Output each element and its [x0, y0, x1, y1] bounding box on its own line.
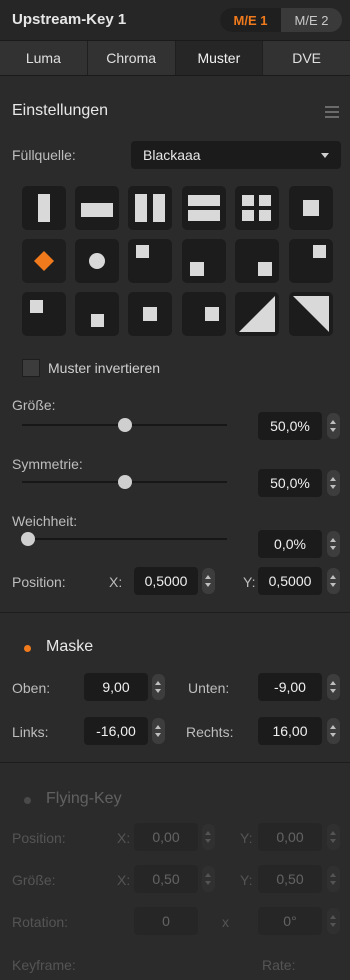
- fk-rotation-label: Rotation:: [12, 914, 69, 930]
- pattern-diamond-iris-button[interactable]: [22, 239, 66, 283]
- pattern-center-box-icon: [143, 307, 157, 321]
- mask-title: Maske: [46, 638, 94, 655]
- position-x-field[interactable]: 0,5000: [134, 567, 198, 595]
- mask-right-field[interactable]: 16,00: [258, 717, 322, 745]
- position-x-label: X:: [109, 574, 123, 590]
- pattern-horizontal-bar-button[interactable]: [75, 186, 119, 230]
- pattern-top-left-box-button[interactable]: [128, 239, 172, 283]
- fk-pos-x-stepper[interactable]: [202, 824, 215, 850]
- mask-top-field[interactable]: 9,00: [84, 673, 148, 701]
- pattern-bottom-left-box-button[interactable]: [182, 239, 226, 283]
- pattern-bottom-left-box-icon: [190, 262, 204, 276]
- pattern-grid: [0, 0, 350, 340]
- softness-label: Weichheit:: [12, 513, 78, 529]
- pattern-bottom-center-box-button[interactable]: [75, 292, 119, 336]
- mask-bottom-stepper[interactable]: [327, 674, 340, 700]
- softness-slider-knob[interactable]: [21, 532, 35, 546]
- pattern-top-right-box-icon: [313, 245, 326, 258]
- fk-size-x-label: X:: [117, 872, 131, 888]
- pattern-top-left-box-icon: [136, 245, 149, 258]
- fk-size-label: Größe:: [12, 872, 56, 888]
- symmetry-label: Symmetrie:: [12, 456, 83, 472]
- symmetry-value-field[interactable]: 50,0%: [258, 469, 322, 497]
- pattern-box-iris-icon: [303, 200, 319, 216]
- pattern-horizontal-barn-door-icon: [188, 195, 220, 221]
- size-stepper[interactable]: [327, 413, 340, 439]
- pattern-vertical-bar-icon: [38, 194, 50, 222]
- fk-size-x-stepper[interactable]: [202, 866, 215, 892]
- fk-size-y-field[interactable]: 0,50: [258, 865, 322, 893]
- position-y-label: Y:: [243, 574, 256, 590]
- mask-enabled-toggle[interactable]: [24, 645, 31, 652]
- fk-size-y-stepper[interactable]: [327, 866, 340, 892]
- flying-key-section: Flying-Key Position: X: 0,00 Y: 0,00 Grö…: [0, 763, 350, 980]
- size-label: Größe:: [12, 397, 56, 413]
- position-x-stepper[interactable]: [202, 568, 215, 594]
- mask-left-label: Links:: [12, 724, 49, 740]
- pattern-corners-in-icon: [242, 195, 271, 221]
- pattern-vertical-barn-door-icon: [135, 194, 165, 222]
- fk-rotation-x-label: x: [222, 914, 229, 930]
- pattern-circle-iris-icon: [89, 253, 105, 269]
- mask-bottom-field[interactable]: -9,00: [258, 673, 322, 701]
- mask-left-field[interactable]: -16,00: [84, 717, 148, 745]
- invert-pattern-checkbox[interactable]: [22, 359, 40, 377]
- pattern-box-iris-button[interactable]: [289, 186, 333, 230]
- fk-pos-y-field[interactable]: 0,00: [258, 823, 322, 851]
- pattern-corners-in-button[interactable]: [235, 186, 279, 230]
- fk-pos-x-label: X:: [117, 830, 131, 846]
- pattern-horizontal-barn-door-button[interactable]: [182, 186, 226, 230]
- pattern-diagonal-top-right-icon: [293, 296, 329, 332]
- fk-keyframe-label: Keyframe:: [12, 957, 76, 973]
- position-y-stepper[interactable]: [327, 568, 340, 594]
- pattern-bottom-right-box-icon: [258, 262, 272, 276]
- mask-left-stepper[interactable]: [152, 718, 165, 744]
- mask-top-stepper[interactable]: [152, 674, 165, 700]
- softness-value-field[interactable]: 0,0%: [258, 530, 322, 558]
- pattern-diagonal-bottom-right-button[interactable]: [235, 292, 279, 336]
- section-divider: [0, 612, 350, 613]
- mask-top-label: Oben:: [12, 680, 51, 696]
- pattern-horizontal-bar-icon: [81, 203, 113, 217]
- mask-right-label: Rechts:: [186, 724, 234, 740]
- symmetry-slider-knob[interactable]: [117, 475, 132, 489]
- pattern-diagonal-bottom-right-icon: [239, 296, 275, 332]
- pattern-top-right-box-button[interactable]: [289, 239, 333, 283]
- fk-pos-x-field[interactable]: 0,00: [134, 823, 198, 851]
- pattern-vertical-barn-door-button[interactable]: [128, 186, 172, 230]
- flying-key-toggle[interactable]: [24, 797, 31, 804]
- symmetry-stepper[interactable]: [327, 470, 340, 496]
- fk-size-y-label: Y:: [240, 872, 253, 888]
- mask-bottom-label: Unten:: [188, 680, 230, 696]
- fk-rotation-field[interactable]: 0: [134, 907, 198, 935]
- size-value-field[interactable]: 50,0%: [258, 412, 322, 440]
- pattern-right-center-box-icon: [205, 307, 219, 321]
- pattern-right-center-box-button[interactable]: [182, 292, 226, 336]
- pattern-bottom-right-box-button[interactable]: [235, 239, 279, 283]
- softness-slider-track[interactable]: [22, 538, 227, 540]
- fk-rotation-degree-field[interactable]: 0°: [258, 907, 322, 935]
- fk-position-label: Position:: [12, 830, 66, 846]
- invert-pattern-label: Muster invertieren: [48, 360, 161, 376]
- fk-pos-y-stepper[interactable]: [327, 824, 340, 850]
- pattern-top-left-box-2-button[interactable]: [22, 292, 66, 336]
- position-label: Position:: [12, 574, 66, 590]
- size-slider-knob[interactable]: [117, 418, 132, 432]
- flying-key-title: Flying-Key: [46, 790, 122, 807]
- fk-pos-y-label: Y:: [240, 830, 253, 846]
- pattern-diagonal-top-right-button[interactable]: [289, 292, 333, 336]
- softness-stepper[interactable]: [327, 531, 340, 557]
- fk-size-x-field[interactable]: 0,50: [134, 865, 198, 893]
- position-y-field[interactable]: 0,5000: [258, 567, 322, 595]
- pattern-center-box-button[interactable]: [128, 292, 172, 336]
- pattern-top-left-box-2-icon: [30, 300, 43, 313]
- mask-right-stepper[interactable]: [327, 718, 340, 744]
- pattern-bottom-center-box-icon: [91, 314, 104, 327]
- fk-rate-label: Rate:: [262, 957, 296, 973]
- pattern-vertical-bar-button[interactable]: [22, 186, 66, 230]
- fk-rotation-stepper[interactable]: [327, 908, 340, 934]
- pattern-circle-iris-button[interactable]: [75, 239, 119, 283]
- pattern-diamond-iris-icon: [34, 251, 54, 271]
